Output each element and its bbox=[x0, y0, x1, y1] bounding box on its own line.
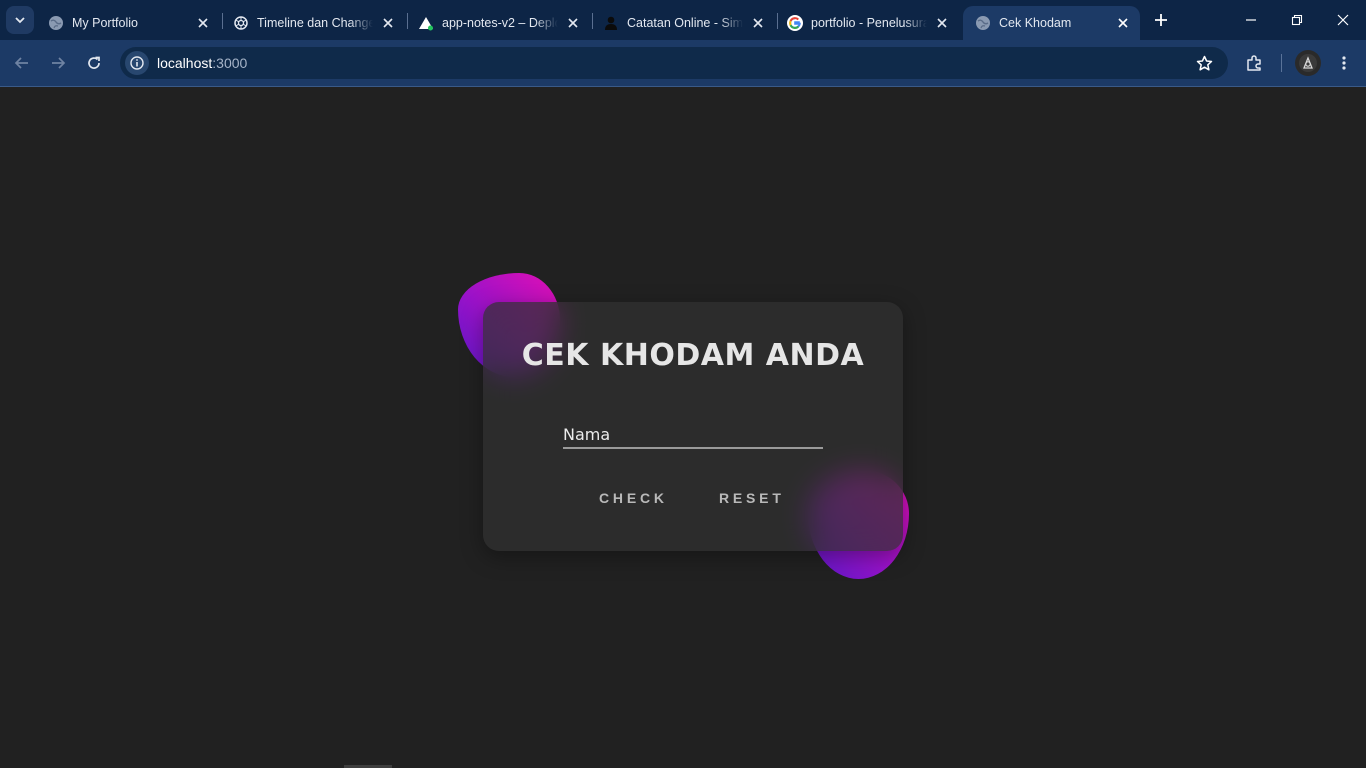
tab-title: app-notes-v2 – Deployment bbox=[442, 16, 558, 30]
reload-button[interactable] bbox=[79, 48, 109, 78]
check-button[interactable]: CHECK bbox=[599, 488, 668, 508]
url-port: :3000 bbox=[212, 55, 248, 71]
address-bar[interactable]: localhost:3000 bbox=[120, 47, 1228, 79]
chevron-down-icon bbox=[15, 17, 25, 24]
forward-button[interactable] bbox=[43, 48, 73, 78]
google-icon bbox=[787, 15, 803, 31]
close-icon[interactable] bbox=[933, 14, 951, 32]
back-button[interactable] bbox=[7, 48, 37, 78]
close-icon[interactable] bbox=[564, 14, 582, 32]
restore-button[interactable] bbox=[1274, 0, 1320, 40]
tab-timeline[interactable]: Timeline dan Changelog bbox=[221, 6, 405, 40]
bookmark-star-icon[interactable] bbox=[1194, 53, 1214, 73]
page-title: CEK KHODAM ANDA bbox=[521, 338, 865, 373]
globe-icon bbox=[975, 15, 991, 31]
tab-title: portfolio - Penelusuran Google bbox=[811, 16, 927, 30]
toolbar-separator bbox=[1281, 54, 1282, 72]
plus-icon bbox=[1155, 14, 1167, 26]
minimize-icon bbox=[1246, 19, 1256, 21]
tab-my-portfolio[interactable]: My Portfolio bbox=[36, 6, 220, 40]
minimize-button[interactable] bbox=[1228, 0, 1274, 40]
khodam-card: CEK KHODAM ANDA Nama CHECK RESET bbox=[483, 302, 903, 551]
reload-icon bbox=[88, 56, 100, 69]
url-text: localhost:3000 bbox=[157, 55, 247, 71]
close-window-button[interactable] bbox=[1320, 0, 1366, 40]
profile-avatar[interactable] bbox=[1295, 50, 1321, 76]
close-icon bbox=[1337, 14, 1349, 26]
site-info-icon[interactable] bbox=[125, 51, 149, 75]
close-icon[interactable] bbox=[1114, 14, 1132, 32]
more-vertical-icon bbox=[1342, 56, 1346, 70]
toolbar-divider bbox=[0, 86, 1366, 87]
arrow-left-icon bbox=[14, 57, 28, 69]
tab-title: Catatan Online - Simple bbox=[627, 16, 743, 30]
tab-title: Cek Khodam bbox=[999, 16, 1072, 30]
arrow-right-icon bbox=[52, 57, 66, 69]
extensions-icon[interactable] bbox=[1241, 50, 1267, 76]
tab-catatan-online[interactable]: Catatan Online - Simple bbox=[591, 6, 775, 40]
tab-strip: My Portfolio Timeline dan Changelog app-… bbox=[0, 0, 1366, 40]
reset-button[interactable]: RESET bbox=[719, 488, 785, 508]
new-tab-button[interactable] bbox=[1150, 9, 1172, 31]
name-input[interactable] bbox=[563, 422, 823, 447]
restore-icon bbox=[1291, 14, 1303, 26]
profile-icon bbox=[1299, 54, 1317, 72]
person-icon bbox=[603, 15, 619, 31]
tab-title: My Portfolio bbox=[72, 16, 138, 30]
vercel-icon bbox=[418, 15, 434, 31]
openai-icon bbox=[233, 15, 249, 31]
tab-google-search[interactable]: portfolio - Penelusuran Google bbox=[775, 6, 959, 40]
url-host: localhost bbox=[157, 55, 213, 71]
close-icon[interactable] bbox=[194, 14, 212, 32]
close-icon[interactable] bbox=[749, 14, 767, 32]
tab-search-button[interactable] bbox=[6, 6, 34, 34]
close-icon[interactable] bbox=[379, 14, 397, 32]
menu-button[interactable] bbox=[1331, 50, 1357, 76]
name-field: Nama bbox=[563, 422, 823, 449]
globe-icon bbox=[48, 15, 64, 31]
tab-cek-khodam[interactable]: Cek Khodam bbox=[963, 6, 1140, 40]
tab-title: Timeline dan Changelog bbox=[257, 16, 373, 30]
tab-app-notes[interactable]: app-notes-v2 – Deployment bbox=[406, 6, 590, 40]
